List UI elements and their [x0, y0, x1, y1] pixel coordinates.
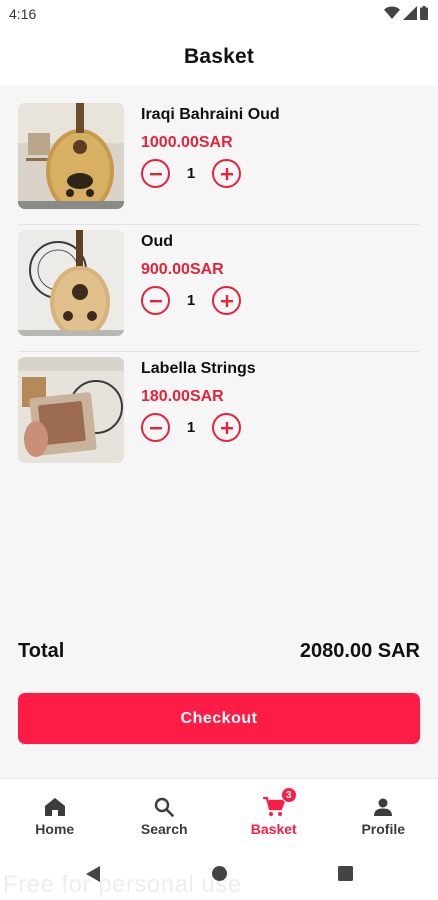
page-title: Basket — [183, 45, 255, 68]
minus-icon — [149, 172, 162, 175]
home-icon — [44, 795, 65, 819]
basket-item: Oud 900.00SAR 1 — [18, 225, 420, 352]
nav-label: Home — [35, 821, 75, 837]
item-info: Oud 900.00SAR 1 — [141, 231, 241, 315]
cart-count-badge: 3 — [280, 787, 297, 803]
wifi-icon — [384, 6, 400, 23]
decrease-quantity-button[interactable] — [141, 159, 170, 188]
nav-item-profile[interactable]: Profile — [329, 779, 438, 846]
nav-label: Search — [140, 821, 188, 837]
checkout-button[interactable]: Checkout — [18, 693, 420, 744]
back-icon[interactable] — [86, 866, 100, 887]
nav-item-basket[interactable]: 3 Basket — [219, 779, 329, 846]
status-bar: 4:16 — [0, 0, 438, 28]
item-name: Iraqi Bahraini Oud — [141, 106, 280, 123]
status-time: 4:16 — [9, 6, 37, 22]
total-row: Total 2080.00 SAR — [18, 640, 420, 663]
product-image[interactable] — [18, 357, 124, 463]
home-circle-icon[interactable] — [212, 866, 227, 886]
item-price: 1000.00SAR — [141, 134, 233, 151]
product-image[interactable] — [18, 103, 124, 209]
quantity-stepper: 1 — [141, 159, 280, 188]
app-header: Basket — [0, 28, 438, 86]
battery-icon — [420, 5, 428, 23]
minus-icon — [149, 426, 162, 429]
signal-icon — [403, 5, 417, 23]
minus-icon — [149, 299, 162, 302]
item-name: Labella Strings — [141, 360, 256, 377]
system-nav-bar — [0, 846, 438, 900]
item-price: 900.00SAR — [141, 261, 224, 278]
bottom-nav: Home Search 3 Basket Profile — [0, 778, 438, 846]
nav-label: Basket — [250, 821, 297, 837]
decrease-quantity-button[interactable] — [141, 286, 170, 315]
nav-item-home[interactable]: Home — [0, 779, 110, 846]
product-image[interactable] — [18, 230, 124, 336]
status-icons — [384, 5, 428, 23]
plus-icon — [220, 421, 233, 434]
quantity-value: 1 — [186, 165, 196, 182]
search-icon — [154, 795, 175, 819]
basket-item: Labella Strings 180.00SAR 1 — [18, 352, 420, 479]
increase-quantity-button[interactable] — [212, 159, 241, 188]
nav-label: Profile — [361, 821, 406, 837]
quantity-value: 1 — [186, 292, 196, 309]
basket-item: Iraqi Bahraini Oud 1000.00SAR 1 — [18, 98, 420, 225]
plus-icon — [220, 167, 233, 180]
increase-quantity-button[interactable] — [212, 286, 241, 315]
item-name: Oud — [141, 233, 173, 250]
quantity-stepper: 1 — [141, 286, 241, 315]
plus-icon — [220, 294, 233, 307]
total-value: 2080.00 SAR — [299, 640, 420, 662]
cart-icon: 3 — [262, 787, 297, 819]
basket-item-list: Iraqi Bahraini Oud 1000.00SAR 1 Oud 900.… — [18, 98, 420, 479]
item-info: Iraqi Bahraini Oud 1000.00SAR 1 — [141, 104, 280, 188]
recents-icon[interactable] — [338, 866, 353, 886]
item-price: 180.00SAR — [141, 388, 224, 405]
decrease-quantity-button[interactable] — [141, 413, 170, 442]
nav-item-search[interactable]: Search — [110, 779, 220, 846]
quantity-value: 1 — [186, 419, 196, 436]
person-icon — [373, 795, 393, 819]
quantity-stepper: 1 — [141, 413, 256, 442]
increase-quantity-button[interactable] — [212, 413, 241, 442]
total-label: Total — [18, 640, 65, 662]
item-info: Labella Strings 180.00SAR 1 — [141, 358, 256, 442]
